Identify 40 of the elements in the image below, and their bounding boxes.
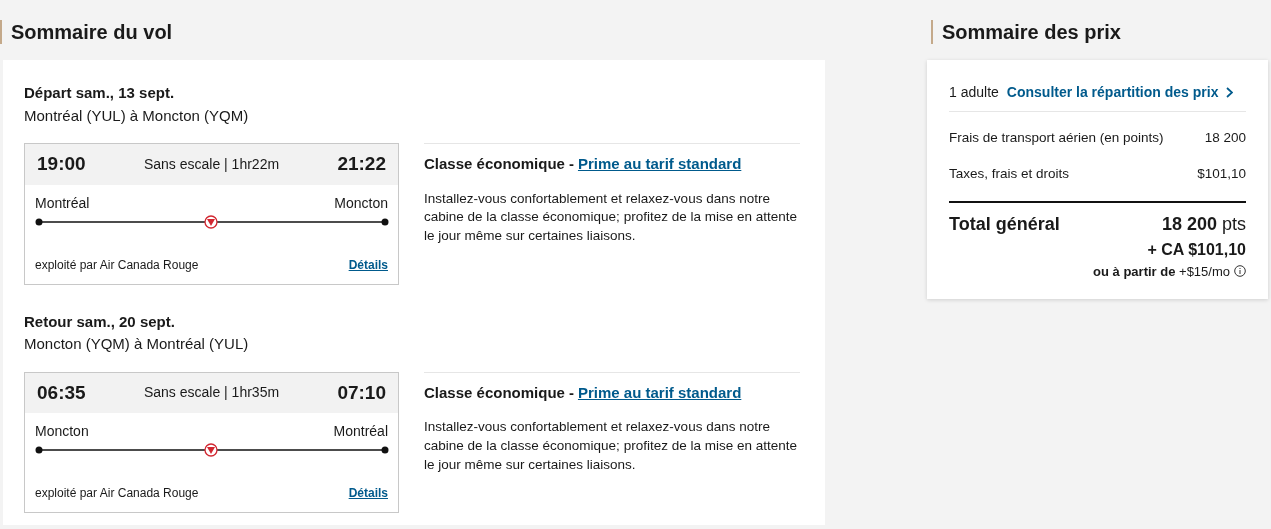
airline-logo-icon: [204, 443, 218, 457]
price-breakdown-link[interactable]: Consulter la répartition des prix: [1006, 82, 1234, 103]
route-text: Moncton (YQM) à Montréal (YUL): [24, 334, 250, 354]
passenger-count: 1 adulte: [949, 83, 999, 102]
total-points: 18 200 pts: [1160, 212, 1246, 236]
section-title: Sommaire du vol: [0, 20, 825, 44]
details-link[interactable]: Détails: [348, 255, 388, 274]
stops-duration: Sans escale | 1hr22m: [143, 154, 280, 174]
operator-text: exploité par Air Canada Rouge: [35, 256, 199, 274]
operator-text: exploité par Air Canada Rouge: [35, 485, 199, 502]
departure-time: 06:35: [37, 380, 86, 405]
fare-description: Installez-vous confortablement et relaxez-vous dans notre cabine de la classe économique; profitez de la mise en attente le jour même sur certaines liaisons.: [424, 418, 798, 474]
fare-class: Classe économique -: [424, 383, 575, 401]
total-label: Total général: [949, 212, 1060, 236]
bound-heading: Retour sam., 20 sept.: [24, 311, 176, 332]
origin-city: Moncton: [35, 422, 89, 441]
chevron-right-icon: [1226, 87, 1234, 98]
financing-text: ou à partir de +$15/mo: [1093, 262, 1230, 281]
arrival-time: 21:22: [337, 152, 386, 176]
fee-value: 18 200: [1204, 129, 1246, 147]
info-icon[interactable]: [1234, 265, 1246, 278]
fee-label: Frais de transport aérien (en points): [949, 129, 1164, 147]
destination-city: Moncton: [334, 193, 388, 213]
fare-class: Classe économique -: [424, 155, 575, 172]
fare-description: Installez-vous confortablement et relaxez-vous dans notre cabine de la classe économique; profitez de la mise en attente le jour même sur certaines liaisons.: [424, 189, 798, 246]
route-text: Montréal (YUL) à Moncton (YQM): [24, 105, 250, 126]
origin-city: Montréal: [35, 193, 90, 213]
bound-heading: Départ sam., 13 sept.: [24, 83, 176, 103]
departure-time: 19:00: [37, 152, 86, 176]
fee-label: Taxes, frais et droits: [949, 165, 1070, 184]
fare-link[interactable]: Prime au tarif standard: [577, 155, 742, 172]
destination-city: Montréal: [333, 422, 388, 441]
section-title: Sommaire des prix: [931, 20, 1268, 44]
details-link[interactable]: Détails: [348, 484, 388, 502]
stops-duration: Sans escale | 1hr35m: [143, 383, 280, 403]
fee-value: $101,10: [1197, 165, 1246, 184]
total-cash: + CA $101,10: [1146, 239, 1246, 260]
airline-logo-icon: [204, 214, 218, 229]
fare-link[interactable]: Prime au tarif standard: [577, 383, 742, 401]
arrival-time: 07:10: [337, 380, 386, 405]
